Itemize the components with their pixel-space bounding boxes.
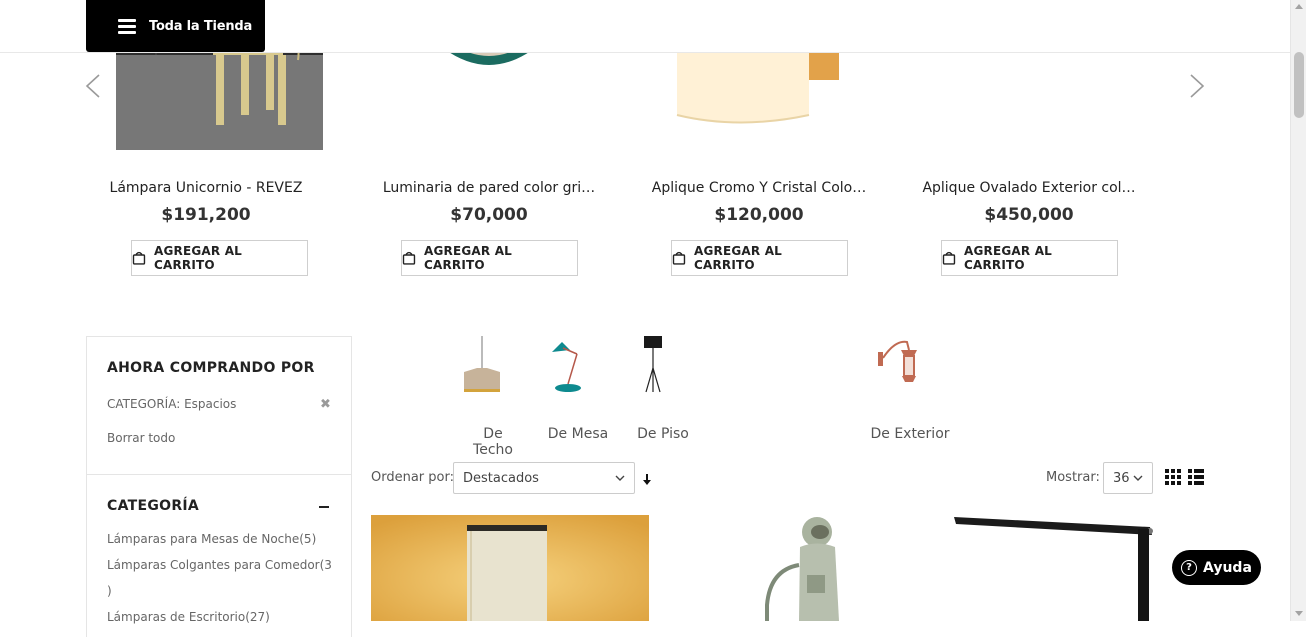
chevron-down-icon bbox=[1133, 475, 1143, 481]
shopping-by-title: AHORA COMPRANDO POR bbox=[107, 360, 315, 376]
add-to-cart-button[interactable]: AGREGAR AL CARRITO bbox=[941, 240, 1118, 276]
add-to-cart-button[interactable]: AGREGAR AL CARRITO bbox=[131, 240, 308, 276]
floor-lamp-icon[interactable] bbox=[638, 334, 698, 396]
category-item-continuation[interactable]: ) bbox=[107, 578, 332, 604]
chevron-down-icon bbox=[615, 475, 625, 481]
subcategory-label-exterior[interactable]: De Exterior bbox=[870, 426, 950, 442]
shopping-bag-icon bbox=[402, 251, 416, 265]
active-filter-label: CATEGORÍA: bbox=[107, 397, 181, 411]
subcategory-label-techo[interactable]: De Techo bbox=[462, 426, 524, 458]
help-button[interactable]: ? Ayuda bbox=[1172, 550, 1261, 585]
active-filter: CATEGORÍA: Espacios bbox=[107, 397, 236, 411]
product-image[interactable] bbox=[952, 515, 1162, 621]
sort-direction-arrow-icon[interactable] bbox=[642, 471, 652, 490]
active-filter-value: Espacios bbox=[184, 397, 237, 411]
add-to-cart-button[interactable]: AGREGAR AL CARRITO bbox=[671, 240, 848, 276]
product-image[interactable] bbox=[755, 515, 865, 621]
product-name[interactable]: Lámpara Unicornio - REVEZ bbox=[86, 180, 326, 196]
scroll-up-arrow-icon[interactable] bbox=[1295, 4, 1303, 9]
list-view-icon[interactable] bbox=[1188, 469, 1204, 489]
add-to-cart-label: AGREGAR AL CARRITO bbox=[963, 244, 1053, 272]
carousel-next-arrow-icon[interactable] bbox=[1189, 74, 1205, 98]
category-item[interactable]: Lámparas para Mesas de Noche(5) bbox=[107, 526, 332, 552]
clear-all-link[interactable]: Borrar todo bbox=[107, 431, 175, 445]
category-item[interactable]: Lámparas de Escritorio(27) bbox=[107, 604, 332, 630]
category-item[interactable]: Lámparas Colgantes para Comedor(3 bbox=[107, 552, 332, 578]
sort-select[interactable]: Destacados bbox=[453, 462, 635, 494]
remove-filter-icon[interactable]: ✖ bbox=[320, 397, 331, 412]
sort-label: Ordenar por: bbox=[371, 470, 454, 485]
store-menu-label: Toda la Tienda bbox=[149, 18, 253, 34]
sidebar-divider bbox=[87, 474, 351, 475]
subcategory-label-mesa[interactable]: De Mesa bbox=[547, 426, 609, 442]
show-count-select[interactable]: 36 bbox=[1103, 462, 1153, 494]
carousel-prev-arrow-icon[interactable] bbox=[85, 74, 101, 98]
top-bar: Toda la Tienda bbox=[0, 0, 1290, 53]
scrollbar-thumb[interactable] bbox=[1294, 52, 1304, 118]
subcategory-label-piso[interactable]: De Piso bbox=[634, 426, 692, 442]
shopping-bag-icon bbox=[942, 251, 956, 265]
pendant-lamp-icon[interactable] bbox=[462, 334, 522, 396]
hamburger-icon bbox=[118, 16, 136, 37]
grid-view-icon[interactable] bbox=[1165, 469, 1181, 489]
collapse-minus-icon[interactable] bbox=[319, 506, 329, 508]
product-price: $70,000 bbox=[450, 205, 528, 225]
show-label: Mostrar: bbox=[1046, 470, 1100, 485]
product-image[interactable] bbox=[371, 515, 649, 621]
product-name[interactable]: Aplique Ovalado Exterior col… bbox=[909, 180, 1149, 196]
wall-lantern-icon[interactable] bbox=[875, 334, 935, 396]
product-name[interactable]: Luminaria de pared color gri… bbox=[369, 180, 609, 196]
add-to-cart-label: AGREGAR AL CARRITO bbox=[693, 244, 783, 272]
filter-sidebar: AHORA COMPRANDO POR CATEGORÍA: Espacios … bbox=[86, 336, 352, 637]
question-icon: ? bbox=[1181, 559, 1197, 576]
product-price: $450,000 bbox=[984, 205, 1074, 225]
shopping-bag-icon bbox=[672, 251, 686, 265]
desk-lamp-icon[interactable] bbox=[548, 334, 608, 396]
category-title[interactable]: CATEGORÍA bbox=[107, 498, 199, 514]
add-to-cart-label: AGREGAR AL CARRITO bbox=[423, 244, 513, 272]
store-menu-button[interactable]: Toda la Tienda bbox=[86, 0, 265, 52]
sort-select-value: Destacados bbox=[463, 470, 539, 486]
add-to-cart-button[interactable]: AGREGAR AL CARRITO bbox=[401, 240, 578, 276]
page-scrollbar[interactable] bbox=[1290, 0, 1306, 621]
show-count-value: 36 bbox=[1113, 470, 1130, 486]
product-price: $191,200 bbox=[161, 205, 251, 225]
product-name[interactable]: Aplique Cromo Y Cristal Colo… bbox=[639, 180, 879, 196]
help-label: Ayuda bbox=[1203, 559, 1252, 576]
product-price: $120,000 bbox=[714, 205, 804, 225]
scroll-down-arrow-icon[interactable] bbox=[1295, 611, 1303, 616]
shopping-bag-icon bbox=[132, 251, 146, 265]
add-to-cart-label: AGREGAR AL CARRITO bbox=[153, 244, 243, 272]
